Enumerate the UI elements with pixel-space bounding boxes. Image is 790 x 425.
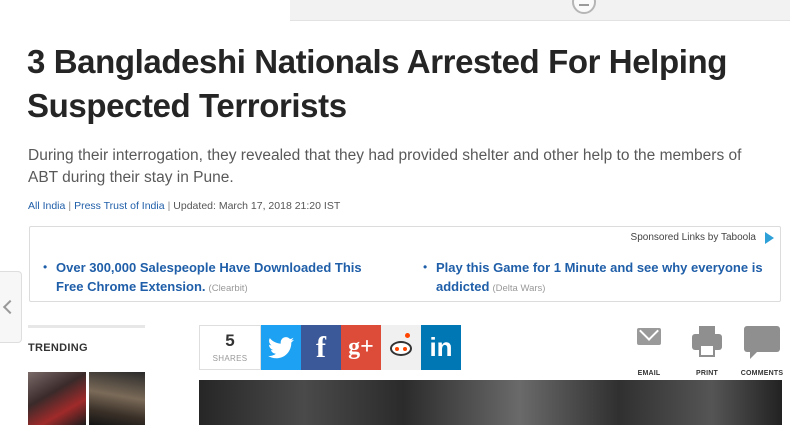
article-byline: All India | Press Trust of India | Updated: … [28, 200, 340, 212]
comments-button[interactable]: COMMENTS [739, 322, 785, 377]
bullet-icon: • [423, 260, 428, 274]
reddit-alien-icon [390, 341, 412, 356]
previous-article-tab[interactable] [0, 271, 22, 343]
trending-heading: TRENDING [28, 342, 88, 354]
google-plus-share-button[interactable]: g+ [341, 325, 381, 370]
article-headline: 3 Bangladeshi Nationals Arrested For Hel… [27, 43, 727, 124]
adchoices-icon[interactable] [765, 232, 774, 244]
sponsored-link-source: (Clearbit) [208, 283, 248, 294]
print-button[interactable]: PRINT [684, 322, 730, 377]
article-summary: During their interrogation, they reveale… [28, 147, 742, 186]
share-count-box: 5 SHARES [199, 325, 261, 370]
comments-label: COMMENTS [740, 370, 784, 377]
byline-updated-time: Updated: March 17, 2018 21:20 IST [173, 200, 341, 212]
sponsored-links-box: Sponsored Links by Taboola • Over 300,00… [29, 226, 781, 302]
linkedin-share-button[interactable]: in [421, 325, 461, 370]
sponsored-link-source: (Delta Wars) [492, 283, 546, 294]
comment-bubble-icon [739, 322, 785, 362]
trending-thumbnail[interactable] [89, 372, 145, 425]
twitter-bird-icon [268, 337, 294, 359]
chevron-left-icon [2, 299, 18, 315]
email-icon [626, 322, 672, 362]
top-toolbar [290, 0, 790, 21]
byline-separator: | [167, 200, 171, 212]
reddit-antenna-icon [405, 333, 410, 338]
byline-section-link[interactable]: All India [28, 200, 65, 212]
byline-source-link[interactable]: Press Trust of India [74, 200, 164, 212]
email-button[interactable]: EMAIL [626, 322, 672, 377]
bullet-icon: • [43, 260, 48, 274]
reddit-share-button[interactable] [381, 325, 421, 370]
share-count: 5 [225, 331, 235, 350]
email-label: EMAIL [637, 370, 661, 377]
sponsored-link-item[interactable]: • Play this Game for 1 Minute and see wh… [423, 258, 768, 298]
printer-icon [684, 322, 730, 362]
sponsored-label[interactable]: Sponsored Links by Taboola [631, 232, 756, 243]
trending-divider [28, 325, 145, 328]
trending-thumbnail[interactable] [28, 372, 86, 425]
facebook-share-button[interactable]: f [301, 325, 341, 370]
menu-circle-icon[interactable] [572, 0, 596, 14]
byline-separator: | [68, 200, 72, 212]
sponsored-link-title[interactable]: Play this Game for 1 Minute and see why … [436, 260, 763, 294]
sponsored-link-item[interactable]: • Over 300,000 Salespeople Have Download… [43, 258, 388, 298]
share-count-label: SHARES [212, 354, 248, 363]
twitter-share-button[interactable] [261, 325, 301, 370]
print-label: PRINT [696, 370, 718, 377]
article-lead-image [199, 380, 782, 425]
